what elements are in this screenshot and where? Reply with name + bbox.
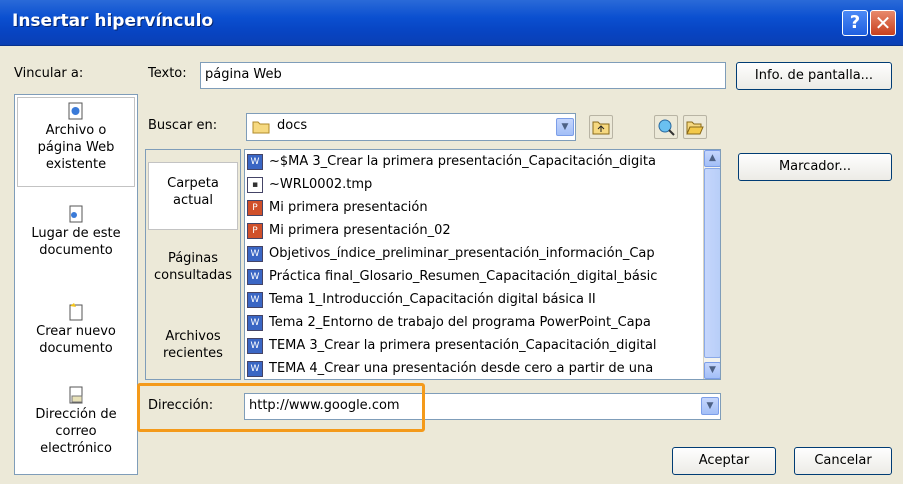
item-line: Archivo o: [45, 123, 107, 138]
address-highlight-box: [137, 383, 425, 432]
tab-recent-files[interactable]: Archivos recientes: [148, 328, 238, 368]
title-bar: Insertar hipervínculo ? ✕: [0, 0, 903, 46]
texto-label: Texto:: [148, 66, 187, 81]
browse-tabs: Carpeta actual Páginas consultadas Archi…: [145, 149, 241, 380]
list-item[interactable]: W TEMA 4_Crear una presentación desde cer…: [247, 357, 654, 379]
powerpoint-file-icon: P: [247, 199, 263, 216]
file-name: ~$MA 3_Crear la primera presentación_Cap…: [269, 154, 656, 169]
list-item[interactable]: W Tema 1_Introducción_Capacitación digita…: [247, 288, 596, 311]
folder-icon: [252, 121, 270, 134]
link-to-pane: Archivo o página Web existente Lugar de …: [14, 94, 138, 475]
cancel-button[interactable]: Cancelar: [794, 447, 892, 475]
look-in-dropdown-button[interactable]: ▼: [556, 118, 574, 136]
browse-web-icon: [658, 119, 675, 136]
file-name: Tema 1_Introducción_Capacitación digital…: [269, 292, 596, 307]
file-name: ~WRL0002.tmp: [269, 177, 373, 192]
item-line: Crear nuevo: [36, 324, 116, 339]
link-place-in-doc-item[interactable]: Lugar de este documento: [17, 205, 135, 275]
vincular-label: Vincular a:: [14, 66, 84, 81]
look-in-combo[interactable]: docs: [246, 113, 576, 141]
tab-current-folder[interactable]: Carpeta actual: [148, 162, 238, 230]
word-document-icon: W: [247, 314, 263, 331]
tab-line: Páginas: [167, 251, 219, 266]
look-in-value: docs: [277, 118, 308, 133]
texto-input[interactable]: página Web: [200, 62, 726, 89]
scroll-down-icon[interactable]: ▼: [704, 362, 720, 379]
tab-browsed-pages[interactable]: Páginas consultadas: [148, 250, 238, 290]
close-button[interactable]: ✕: [870, 10, 896, 36]
open-folder-icon: [686, 121, 704, 135]
file-list[interactable]: W ~$MA 3_Crear la primera presentación_Ca…: [244, 149, 721, 380]
list-item[interactable]: W Práctica final_Glosario_Resumen_Capacit…: [247, 265, 657, 288]
word-document-icon: W: [247, 153, 263, 170]
place-in-document-icon: [69, 205, 83, 223]
item-line: Lugar de este: [31, 226, 121, 241]
link-new-doc-item[interactable]: Crear nuevo documento: [17, 303, 135, 373]
item-line: documento: [39, 341, 113, 356]
file-name: TEMA 3_Crear la primera presentación_Cap…: [269, 338, 657, 353]
browse-file-button[interactable]: [683, 115, 707, 139]
list-item[interactable]: W Tema 2_Entorno de trabajo del programa …: [247, 311, 651, 334]
item-line: existente: [45, 157, 107, 172]
file-name: TEMA 4_Crear una presentación desde cero…: [269, 361, 654, 376]
word-document-icon: W: [247, 360, 263, 377]
browse-web-button[interactable]: [654, 115, 678, 139]
powerpoint-file-icon: P: [247, 222, 263, 239]
link-existing-file-item[interactable]: Archivo o página Web existente: [17, 97, 135, 187]
up-folder-button[interactable]: [589, 115, 613, 139]
list-item[interactable]: P Mi primera presentación: [247, 196, 428, 219]
accept-button[interactable]: Aceptar: [672, 447, 776, 475]
web-page-icon: [68, 102, 83, 120]
file-name: Mi primera presentación: [269, 200, 428, 215]
help-button[interactable]: ?: [842, 10, 868, 36]
item-line: electrónico: [40, 441, 112, 456]
link-email-item[interactable]: Dirección de correo electrónico: [17, 386, 135, 472]
word-document-icon: W: [247, 337, 263, 354]
tab-line: actual: [172, 193, 214, 208]
file-name: Mi primera presentación_02: [269, 223, 451, 238]
vertical-scrollbar[interactable]: ▲ ▼: [703, 150, 720, 379]
word-document-icon: W: [247, 291, 263, 308]
word-document-icon: W: [247, 268, 263, 285]
new-document-icon: [69, 303, 83, 321]
item-line: documento: [39, 243, 113, 258]
file-name: Tema 2_Entorno de trabajo del programa P…: [269, 315, 651, 330]
screen-tip-button[interactable]: Info. de pantalla...: [736, 62, 892, 90]
dialog-title: Insertar hipervínculo: [12, 11, 214, 31]
list-item[interactable]: ▪ ~WRL0002.tmp: [247, 173, 372, 196]
file-name: Práctica final_Glosario_Resumen_Capacita…: [269, 269, 658, 284]
buscar-label: Buscar en:: [148, 118, 218, 133]
scroll-thumb[interactable]: [704, 168, 720, 358]
file-name: Objetivos_índice_preliminar_presentación…: [269, 246, 655, 261]
bookmark-button[interactable]: Marcador...: [738, 153, 892, 181]
tab-line: consultadas: [153, 268, 233, 283]
tab-line: recientes: [163, 346, 223, 361]
list-item[interactable]: W ~$MA 3_Crear la primera presentación_Ca…: [247, 150, 656, 173]
item-line: correo: [55, 424, 97, 439]
email-icon: [69, 386, 83, 404]
list-item[interactable]: P Mi primera presentación_02: [247, 219, 451, 242]
item-line: página Web: [37, 140, 115, 155]
list-item[interactable]: W Objetivos_índice_preliminar_presentació…: [247, 242, 655, 265]
item-line: Dirección de: [35, 407, 117, 422]
up-folder-icon: [592, 121, 610, 135]
tab-line: Archivos: [165, 329, 221, 344]
tab-line: Carpeta: [167, 176, 219, 191]
word-document-icon: W: [247, 245, 263, 262]
list-item[interactable]: W TEMA 3_Crear la primera presentación_Ca…: [247, 334, 657, 357]
address-dropdown-button[interactable]: ▼: [701, 397, 719, 415]
tmp-file-icon: ▪: [247, 176, 263, 193]
scroll-up-icon[interactable]: ▲: [704, 150, 720, 167]
